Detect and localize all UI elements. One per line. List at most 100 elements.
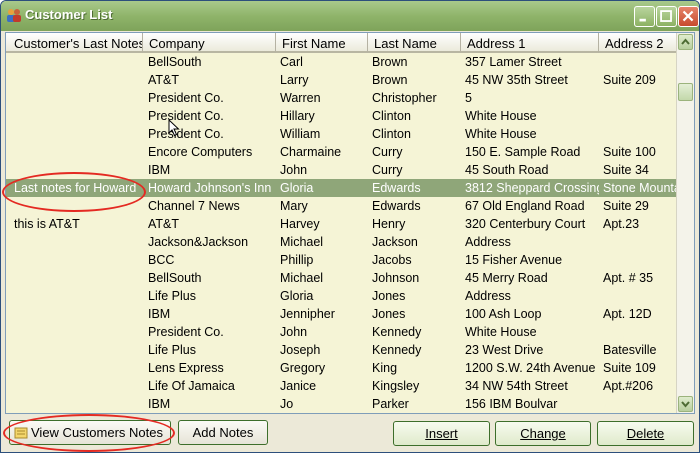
cell-company[interactable]: President Co. [148, 91, 274, 105]
cell-company[interactable]: Life Plus [148, 289, 274, 303]
cell-address-2[interactable]: Batesville [603, 343, 678, 357]
cell-address-1[interactable]: 320 Centerbury Court [465, 217, 599, 231]
cell-last-name[interactable]: Curry [372, 145, 458, 159]
table-row[interactable]: President Co. John Kennedy White House [6, 323, 678, 341]
table-row[interactable]: Encore Computers Charmaine Curry 150 E. Sam… [6, 143, 678, 161]
cell-company[interactable]: BellSouth [148, 271, 274, 285]
cell-address-2[interactable]: Suite 109 [603, 361, 678, 375]
column-header-last-name[interactable]: Last Name [368, 33, 461, 53]
cell-first-name[interactable]: Gloria [280, 289, 366, 303]
table-row[interactable]: President Co. William Clinton White House [6, 125, 678, 143]
cell-last-name[interactable]: Kingsley [372, 379, 458, 393]
cell-last-name[interactable]: Jackson [372, 235, 458, 249]
table-row[interactable]: this is AT&T AT&T Harvey Henry 320 Centerbur… [6, 215, 678, 233]
cell-company[interactable]: AT&T [148, 73, 274, 87]
vertical-scrollbar[interactable] [676, 33, 694, 413]
scroll-up-button[interactable] [678, 34, 693, 50]
cell-company[interactable]: President Co. [148, 109, 274, 123]
table-row[interactable]: BellSouth Carl Brown 357 Lamer Street [6, 53, 678, 71]
scroll-down-button[interactable] [678, 396, 693, 412]
cell-first-name[interactable]: Phillip [280, 253, 366, 267]
column-header-address-2[interactable]: Address 2 [599, 33, 678, 53]
cell-address-2[interactable]: Apt.23 [603, 217, 678, 231]
cell-address-2[interactable]: Apt. # 35 [603, 271, 678, 285]
cell-first-name[interactable]: Gregory [280, 361, 366, 375]
table-row[interactable]: BCC Phillip Jacobs 15 Fisher Avenue [6, 251, 678, 269]
cell-company[interactable]: IBM [148, 307, 274, 321]
cell-first-name[interactable]: Hillary [280, 109, 366, 123]
cell-address-1[interactable]: 150 E. Sample Road [465, 145, 599, 159]
cell-last-name[interactable]: Brown [372, 73, 458, 87]
table-row[interactable]: IBM Jennipher Jones 100 Ash Loop Apt. 12D [6, 305, 678, 323]
cell-company[interactable]: IBM [148, 397, 274, 411]
cell-company[interactable]: Channel 7 News [148, 199, 274, 213]
cell-last-name[interactable]: Johnson [372, 271, 458, 285]
cell-company[interactable]: Life Of Jamaica [148, 379, 274, 393]
cell-last-name[interactable]: Christopher [372, 91, 458, 105]
column-header-address-1[interactable]: Address 1 [461, 33, 599, 53]
cell-company[interactable]: President Co. [148, 325, 274, 339]
cell-first-name[interactable]: Joseph [280, 343, 366, 357]
cell-last-name[interactable]: Edwards [372, 181, 458, 195]
cell-address-1[interactable]: White House [465, 325, 599, 339]
cell-company[interactable]: BellSouth [148, 55, 274, 69]
cell-address-2[interactable]: Suite 100 [603, 145, 678, 159]
cell-address-1[interactable]: 3812 Sheppard Crossing [465, 181, 599, 195]
view-customers-notes-button[interactable]: View Customers Notes [9, 420, 171, 445]
cell-company[interactable]: Howard Johnson's Inn [148, 181, 274, 195]
cell-first-name[interactable]: William [280, 127, 366, 141]
cell-first-name[interactable]: Mary [280, 199, 366, 213]
cell-address-1[interactable]: White House [465, 127, 599, 141]
table-row[interactable]: Channel 7 News Mary Edwards 67 Old England … [6, 197, 678, 215]
table-row[interactable]: IBM John Curry 45 South Road Suite 34 [6, 161, 678, 179]
column-header-last-notes[interactable]: Customer's Last Notes [6, 33, 143, 53]
cell-company[interactable]: Life Plus [148, 343, 274, 357]
cell-address-1[interactable]: 15 Fisher Avenue [465, 253, 599, 267]
delete-button[interactable]: Delete [597, 421, 694, 446]
cell-address-1[interactable]: 45 Merry Road [465, 271, 599, 285]
cell-company[interactable]: Lens Express [148, 361, 274, 375]
cell-address-1[interactable]: 45 NW 35th Street [465, 73, 599, 87]
cell-last-name[interactable]: Kennedy [372, 343, 458, 357]
table-row[interactable]: BellSouth Michael Johnson 45 Merry Road Apt.… [6, 269, 678, 287]
cell-first-name[interactable]: Charmaine [280, 145, 366, 159]
close-button[interactable] [678, 6, 699, 27]
cell-company[interactable]: President Co. [148, 127, 274, 141]
table-row[interactable]: Life Of Jamaica Janice Kingsley 34 NW 54th … [6, 377, 678, 395]
cell-last-notes[interactable]: this is AT&T [14, 217, 142, 231]
cell-first-name[interactable]: Michael [280, 271, 366, 285]
cell-address-2[interactable]: Stone Mounta [603, 181, 678, 195]
column-header-first-name[interactable]: First Name [276, 33, 368, 53]
cell-last-name[interactable]: Parker [372, 397, 458, 411]
cell-first-name[interactable]: Warren [280, 91, 366, 105]
cell-address-1[interactable]: White House [465, 109, 599, 123]
cell-company[interactable]: BCC [148, 253, 274, 267]
cell-last-name[interactable]: Clinton [372, 127, 458, 141]
customer-grid[interactable]: Customer's Last Notes Company First Name… [5, 32, 695, 414]
cell-last-name[interactable]: Kennedy [372, 325, 458, 339]
cell-first-name[interactable]: Larry [280, 73, 366, 87]
cell-address-1[interactable]: 67 Old England Road [465, 199, 599, 213]
cell-address-2[interactable]: Suite 209 [603, 73, 678, 87]
cell-first-name[interactable]: Jo [280, 397, 366, 411]
cell-last-name[interactable]: Edwards [372, 199, 458, 213]
cell-address-2[interactable]: Apt. 12D [603, 307, 678, 321]
cell-last-notes[interactable]: Last notes for Howard [14, 181, 142, 195]
cell-first-name[interactable]: Michael [280, 235, 366, 249]
change-button[interactable]: Change [495, 421, 591, 446]
add-notes-button[interactable]: Add Notes [178, 420, 268, 445]
cell-last-name[interactable]: Curry [372, 163, 458, 177]
cell-last-name[interactable]: Jones [372, 289, 458, 303]
cell-first-name[interactable]: Carl [280, 55, 366, 69]
table-row[interactable]: Jackson&Jackson Michael Jackson Address [6, 233, 678, 251]
cell-first-name[interactable]: Harvey [280, 217, 366, 231]
cell-company[interactable]: Jackson&Jackson [148, 235, 274, 249]
cell-first-name[interactable]: Jennipher [280, 307, 366, 321]
cell-last-name[interactable]: Henry [372, 217, 458, 231]
cell-address-2[interactable]: Suite 34 [603, 163, 678, 177]
column-header-company[interactable]: Company [143, 33, 276, 53]
cell-first-name[interactable]: Gloria [280, 181, 366, 195]
scroll-thumb[interactable] [678, 83, 693, 101]
cell-last-name[interactable]: Clinton [372, 109, 458, 123]
cell-company[interactable]: IBM [148, 163, 274, 177]
